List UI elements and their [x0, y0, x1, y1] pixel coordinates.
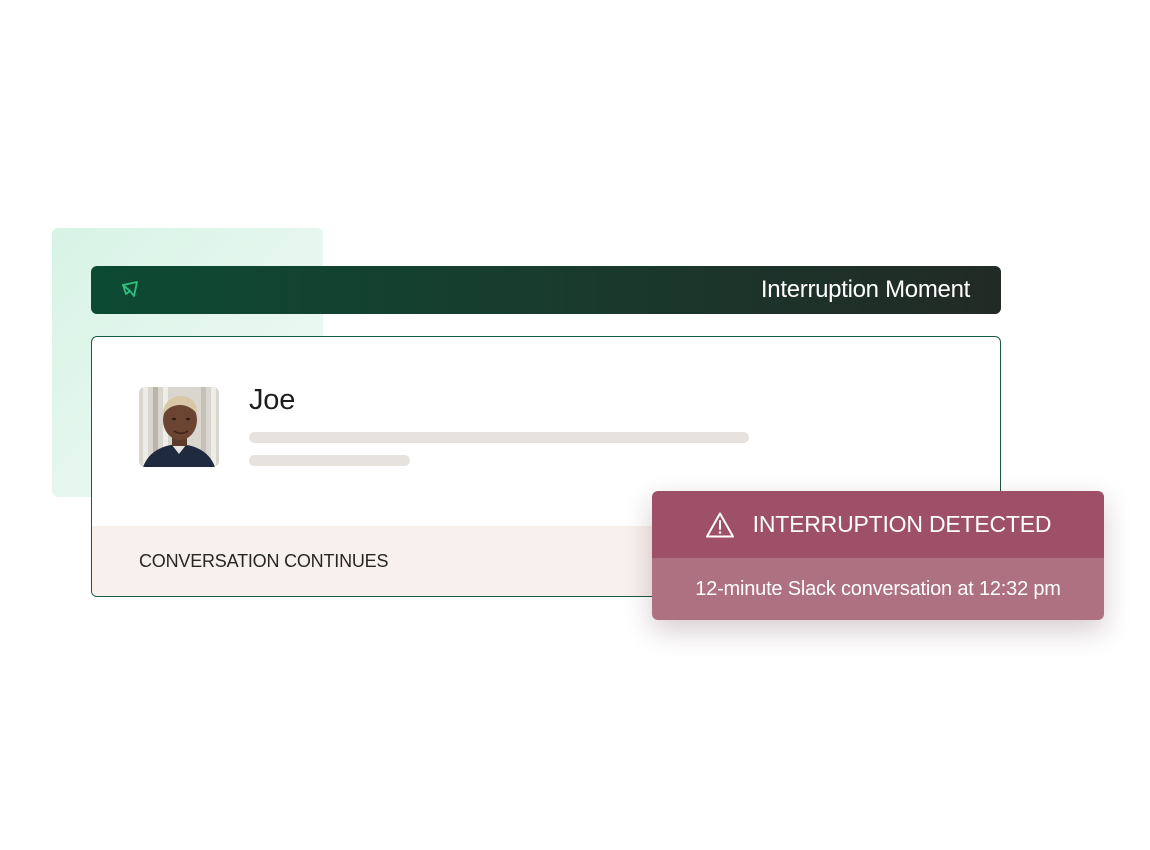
warning-triangle-icon	[705, 511, 735, 539]
avatar	[139, 387, 219, 467]
conversation-status-label: CONVERSATION CONTINUES	[139, 551, 389, 571]
interruption-alert: INTERRUPTION DETECTED 12-minute Slack co…	[652, 491, 1104, 620]
header-bar: Interruption Moment	[91, 266, 1001, 314]
alert-title: INTERRUPTION DETECTED	[752, 511, 1052, 537]
person-name: Joe	[249, 384, 296, 416]
stage: Interruption Moment Joe CONVERSATION CON…	[0, 0, 1150, 850]
alert-detail: 12-minute Slack conversation at 12:32 pm	[652, 558, 1104, 620]
text-placeholder-line	[249, 455, 410, 466]
text-placeholder-line	[249, 432, 749, 443]
send-icon	[119, 279, 141, 301]
alert-header: INTERRUPTION DETECTED	[652, 491, 1104, 558]
header-title: Interruption Moment	[760, 276, 970, 303]
